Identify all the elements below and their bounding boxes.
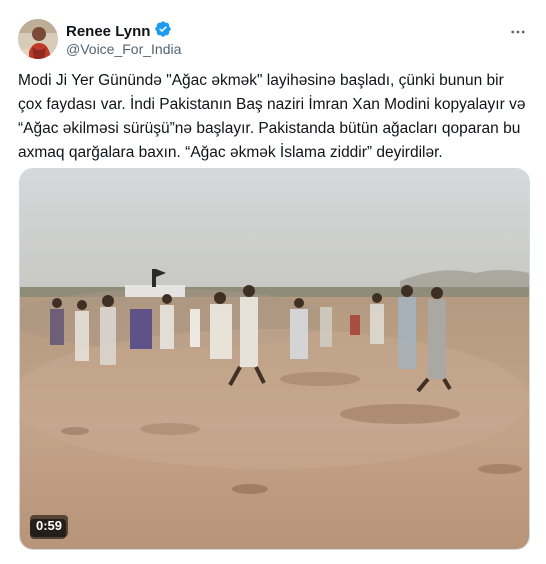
tweet-card: Renee Lynn @Voice_For_India Modi Ji Yer … [0,0,546,564]
video-thumbnail [20,169,529,549]
avatar[interactable] [18,19,58,59]
video-duration: 0:59 [30,515,69,537]
avatar-image [18,19,58,59]
video-player[interactable]: 0:59 [19,168,530,550]
author-handle[interactable]: @Voice_For_India [66,40,181,58]
author-name[interactable]: Renee Lynn [66,22,150,42]
more-options-icon[interactable] [504,18,532,46]
tweet-text: Modi Ji Yer Günündə "Ağac əkmək" layihəs… [18,72,526,161]
